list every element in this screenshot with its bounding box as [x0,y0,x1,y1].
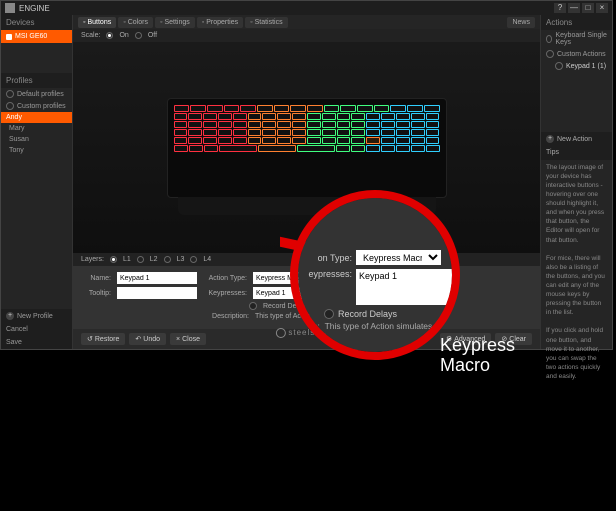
keyboard-single-keys[interactable]: Keyboard Single Keys [541,30,612,48]
tip-text-2: For mice, there will also be a listing o… [546,254,607,318]
close-button[interactable]: × [596,3,608,13]
layer-l4-radio[interactable] [190,256,197,263]
tab-statistics[interactable]: ◦ Statistics [245,17,288,28]
magnifier-caption: Keypress Macro [440,336,515,376]
magnifier-content: on Type: Keypress Macro eypresses: Recor… [298,198,452,352]
layer-l1-radio[interactable] [110,256,117,263]
name-label: Name: [81,275,111,282]
record-delays-label: Record Delays [263,303,309,310]
device-item[interactable]: MSI GE60 [1,30,72,43]
mag-action-type-select[interactable]: Keypress Macro [356,250,441,265]
record-delays-checkbox[interactable] [249,302,257,310]
new-action-button[interactable]: +New Action [541,132,612,146]
close-form-button[interactable]: × Close [170,333,206,345]
tab-properties[interactable]: ◦ Properties [197,17,243,28]
help-button[interactable]: ? [554,3,566,13]
tooltip-label: Tooltip: [81,290,111,297]
undo-button[interactable]: ↶ Undo [129,333,166,345]
tab-colors[interactable]: ◦ Colors [118,17,153,28]
right-panel: Actions Keyboard Single Keys Custom Acti… [540,15,612,349]
custom-profiles[interactable]: Custom profiles [1,100,72,112]
keyboard[interactable] [167,98,447,198]
profile-andy[interactable]: Andy [1,112,72,123]
layers-label: Layers: [81,256,104,263]
tab-news[interactable]: News [507,17,535,28]
plus-icon: + [546,135,554,143]
action-type-label: Action Type: [203,275,247,282]
scale-row: Scale: On Off [73,29,540,42]
tabs: ◦ Buttons ◦ Colors ◦ Settings ◦ Properti… [73,15,540,29]
profile-susan[interactable]: Susan [1,134,72,145]
tips-panel: Tips The layout image of your device has… [541,146,612,385]
new-profile-button[interactable]: +New Profile [1,309,72,323]
profile-tony[interactable]: Tony [1,145,72,156]
tooltip-input[interactable] [117,287,197,299]
mag-action-type-label: on Type: [304,253,352,263]
mag-keypresses-input[interactable] [356,269,452,305]
keyboard-preview [73,42,540,253]
description-label: Description: [205,313,249,320]
titlebar: ENGINE ? — □ × [1,1,612,15]
scale-on-radio[interactable] [106,32,113,39]
tip-text-1: The layout image of your device has inte… [546,163,607,245]
tip-text-3: If you click and hold one button, and mo… [546,326,607,381]
left-panel: Devices MSI GE60 Profiles Default profil… [1,15,73,349]
scale-off-radio[interactable] [135,32,142,39]
mag-desc-text: This type of Action simulates keybo [325,321,452,331]
custom-actions[interactable]: Custom Actions [541,48,612,60]
app-icon [5,3,15,13]
profiles-label: Profiles [1,73,72,88]
name-input[interactable] [117,272,197,284]
restore-button[interactable]: ↺ Restore [81,333,125,345]
layer-l3-radio[interactable] [164,256,171,263]
mag-keypresses-label: eypresses: [304,269,352,279]
keypad1-action[interactable]: Keypad 1 (1) [541,60,612,72]
default-profiles[interactable]: Default profiles [1,88,72,100]
maximize-button[interactable]: □ [582,3,594,13]
devices-label: Devices [1,15,72,30]
profile-mary[interactable]: Mary [1,123,72,134]
keypresses-label: Keypresses: [203,290,247,297]
tab-buttons[interactable]: ◦ Buttons [78,17,116,28]
plus-icon: + [6,312,14,320]
tab-settings[interactable]: ◦ Settings [155,17,195,28]
mag-desc-label: on: [308,321,320,331]
save-button[interactable]: Save [1,336,72,349]
actions-label: Actions [541,15,612,30]
layer-l2-radio[interactable] [137,256,144,263]
cancel-button[interactable]: Cancel [1,323,72,336]
mag-record-delays-checkbox[interactable] [324,309,334,319]
tips-label: Tips [541,146,612,160]
minimize-button[interactable]: — [568,3,580,13]
mag-record-delays-label: Record Delays [338,309,397,319]
app-title: ENGINE [19,4,554,13]
scale-label: Scale: [81,32,100,39]
